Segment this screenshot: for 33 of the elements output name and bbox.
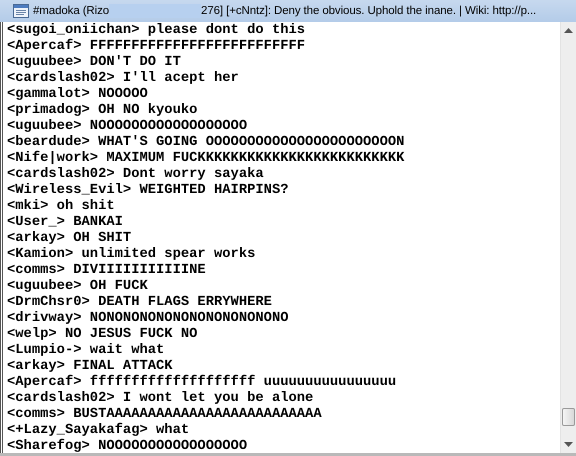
chat-message: <+Lazy_Sayakafag> what <box>7 423 190 438</box>
chat-message: <uguubee> DON'T DO IT <box>7 55 182 71</box>
chat-message: <Lumpio-> wait what <box>7 343 166 359</box>
chat-message: <User_> BANKAI <box>7 215 124 231</box>
scroll-up-icon[interactable] <box>564 28 573 33</box>
chat-message: <Sharefog> NOOOOOOOOOOOOOOOOO <box>7 439 248 453</box>
chat-message: <Kamion> unlimited spear works <box>7 247 256 263</box>
scroll-down-icon[interactable] <box>564 442 573 447</box>
chat-message: <cardslash02> I wont let you be alone <box>7 391 314 407</box>
chat-message: <comms> BUSTAAAAAAAAAAAAAAAAAAAAAAAAAA <box>7 407 323 422</box>
chat-message: <primadog> OH NO kyouko <box>7 103 198 119</box>
chat-message: <drivway> NONONONONONONONONONONONO <box>7 311 290 327</box>
chat-message: <Wireless_Evil> WEIGHTED HAIRPINS? <box>7 183 290 199</box>
chat-message: <uguubee> NOOOOOOOOOOOOOOOOOO <box>7 119 248 135</box>
chat-message: <Apercaf> FFFFFFFFFFFFFFFFFFFFFFFFFF <box>7 39 306 55</box>
chat-message: <cardslash02> I'll acept her <box>7 71 240 87</box>
chat-message: <uguubee> OH FUCK <box>7 279 149 295</box>
window-title: #madoka (Rizo <box>33 5 110 17</box>
chat-message: <arkay> OH SHIT <box>7 231 132 247</box>
chat-message: <mki> oh shit <box>7 199 116 215</box>
chat-message: <arkay> FINAL ATTACK <box>7 359 174 374</box>
chat-message: <welp> NO JESUS FUCK NO <box>7 327 198 343</box>
channel-topic: 276] [+cNntz]: Deny the obvious. Uphold the inane. | Wiki: http://p... <box>201 5 536 17</box>
chat-message: <DrmChsr0> DEATH FLAGS ERRYWHERE <box>7 295 273 311</box>
chat-message: <beardude> WHAT'S GOING OOOOOOOOOOOOOOOOOOOOOOON <box>7 135 406 150</box>
chat-message: <Nife|work> MAXIMUM FUCKKKKKKKKKKKKKKKKKKKKKKKKK <box>7 151 406 167</box>
chat-message: <gammalot> NOOOOO <box>7 87 149 103</box>
chat-message: <comms> DIVIIIIIIIIIIINE <box>7 263 207 279</box>
chat-message: <cardslash02> Dont worry sayaka <box>7 167 265 183</box>
window-icon <box>13 4 29 18</box>
chat-message: <Apercaf> ffffffffffffffffffff uuuuuuuuuuuuuuuu <box>7 375 398 391</box>
chat-message: <sugoi_oniichan> please dont do this <box>7 23 306 38</box>
scroll-thumb[interactable] <box>562 408 575 426</box>
